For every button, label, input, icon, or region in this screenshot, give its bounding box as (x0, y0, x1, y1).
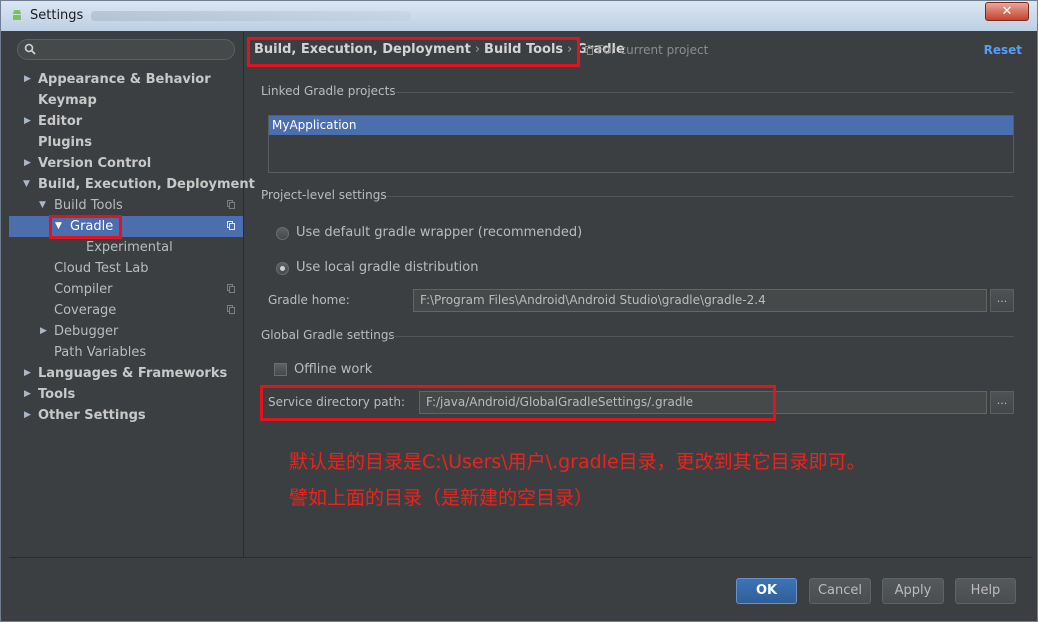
service-directory-browse-button[interactable]: ... (990, 391, 1014, 414)
annotation-line-1: 默认是的目录是C:\Users\用户\.gradle目录，更改到其它目录即可。 (289, 451, 866, 473)
linked-projects-list[interactable]: MyApplication (268, 115, 1014, 173)
breadcrumb-separator: › (567, 42, 573, 57)
expand-arrow-icon[interactable]: ▶ (24, 363, 31, 384)
gradle-home-label: Gradle home: (268, 293, 350, 307)
local-distribution-radio[interactable] (276, 262, 289, 275)
project-scope-icon (585, 46, 593, 55)
offline-work-label[interactable]: Offline work (294, 362, 372, 377)
tree-item-path-variables[interactable]: Path Variables (9, 342, 243, 363)
section-divider (394, 92, 1014, 93)
project-scope-icon (227, 221, 235, 230)
offline-work-checkbox[interactable] (274, 363, 287, 376)
collapse-arrow-icon[interactable]: ▼ (55, 216, 62, 237)
service-directory-label: Service directory path: (268, 395, 405, 409)
tree-item-version-control[interactable]: ▶ Version Control (9, 153, 243, 174)
breadcrumb: Build, Execution, Deployment › Build Tools… (254, 42, 625, 57)
tree-item-build-tools[interactable]: ▼ Build Tools (9, 195, 243, 216)
search-icon (24, 43, 36, 55)
expand-arrow-icon[interactable]: ▶ (40, 321, 47, 342)
blurred-title-region (91, 11, 411, 21)
collapse-arrow-icon[interactable]: ▼ (23, 174, 30, 195)
list-item[interactable]: MyApplication (269, 116, 1013, 135)
ok-button[interactable]: OK (736, 578, 797, 604)
global-settings-heading: Global Gradle settings (261, 328, 395, 342)
tree-item-coverage[interactable]: Coverage (9, 300, 243, 321)
tree-item-compiler[interactable]: Compiler (9, 279, 243, 300)
breadcrumb-item: Build Tools (484, 42, 564, 57)
service-directory-field[interactable]: F:/java/Android/GlobalGradleSettings/.gr… (419, 391, 987, 414)
annotation-line-2: 譬如上面的目录（是新建的空目录） (289, 487, 594, 509)
settings-tree: ▶ Appearance & Behavior Keymap ▶ Editor … (9, 69, 255, 426)
gradle-home-field[interactable]: F:\Program Files\Android\Android Studio\… (413, 289, 987, 312)
expand-arrow-icon[interactable]: ▶ (24, 384, 31, 405)
project-scope-label: For current project (585, 43, 708, 57)
gradle-home-browse-button[interactable]: ... (990, 289, 1014, 312)
tree-item-other-settings[interactable]: ▶ Other Settings (9, 405, 243, 426)
tree-item-build-execution-deployment[interactable]: ▼ Build, Execution, Deployment (9, 174, 255, 195)
help-button[interactable]: Help (955, 578, 1016, 604)
settings-window: Settings ✕ ▶ Appearance & Behavior Keyma… (0, 0, 1038, 622)
settings-sidebar: ▶ Appearance & Behavior Keymap ▶ Editor … (9, 32, 255, 557)
expand-arrow-icon[interactable]: ▶ (24, 111, 31, 132)
tree-item-tools[interactable]: ▶ Tools (9, 384, 243, 405)
local-distribution-label[interactable]: Use local gradle distribution (296, 260, 478, 275)
tree-item-experimental[interactable]: Experimental (9, 237, 243, 258)
tree-item-languages-frameworks[interactable]: ▶ Languages & Frameworks (9, 363, 243, 384)
settings-search-input[interactable] (17, 39, 235, 60)
default-wrapper-radio[interactable] (276, 227, 289, 240)
tree-item-keymap[interactable]: Keymap (9, 90, 243, 111)
breadcrumb-item: Build, Execution, Deployment (254, 42, 471, 57)
expand-arrow-icon[interactable]: ▶ (24, 405, 31, 426)
section-divider (389, 336, 1014, 337)
project-level-heading: Project-level settings (261, 188, 387, 202)
project-scope-icon (227, 200, 235, 209)
android-studio-icon (13, 9, 21, 20)
expand-arrow-icon[interactable]: ▶ (24, 153, 31, 174)
tree-item-editor[interactable]: ▶ Editor (9, 111, 243, 132)
apply-button[interactable]: Apply (882, 578, 944, 604)
window-title: Settings (30, 8, 84, 23)
section-divider (386, 196, 1014, 197)
gradle-settings-panel: Build, Execution, Deployment › Build Tools… (244, 32, 1032, 557)
reset-link[interactable]: Reset (984, 43, 1022, 57)
tree-item-cloud-test-lab[interactable]: Cloud Test Lab (9, 258, 243, 279)
close-button[interactable]: ✕ (985, 2, 1029, 21)
expand-arrow-icon[interactable]: ▶ (24, 69, 31, 90)
tree-item-plugins[interactable]: Plugins (9, 132, 243, 153)
tree-item-appearance[interactable]: ▶ Appearance & Behavior (9, 69, 243, 90)
project-scope-icon (227, 305, 235, 314)
collapse-arrow-icon[interactable]: ▼ (39, 195, 46, 216)
tree-item-debugger[interactable]: ▶ Debugger (9, 321, 243, 342)
title-bar[interactable]: Settings ✕ (1, 1, 1037, 31)
tree-item-gradle[interactable]: ▼ Gradle (9, 216, 243, 237)
project-scope-icon (227, 284, 235, 293)
dialog-button-bar: OK Cancel Apply Help (9, 557, 1032, 615)
cancel-button[interactable]: Cancel (809, 578, 871, 604)
settings-content: ▶ Appearance & Behavior Keymap ▶ Editor … (9, 32, 1032, 557)
breadcrumb-separator: › (474, 42, 481, 57)
default-wrapper-label[interactable]: Use default gradle wrapper (recommended) (296, 225, 582, 240)
linked-projects-heading: Linked Gradle projects (261, 84, 396, 98)
